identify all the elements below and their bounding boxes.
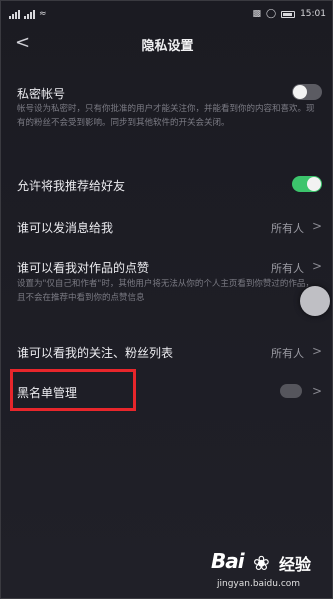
floating-assistive-button[interactable] xyxy=(300,286,330,316)
battery-icon xyxy=(281,10,296,18)
who-can-message-row[interactable]: 谁可以发消息给我 所有人 > xyxy=(1,214,332,238)
status-left: ≈ xyxy=(9,9,47,19)
phone-screen: ≈ ▩ ◯ 15:01 < 隐私设置 私密帐号 帐号设为私密时，只有你批准的用户… xyxy=(0,0,333,599)
watermark-logo-suffix: 经验 xyxy=(279,555,312,574)
signal-icon xyxy=(9,9,20,19)
who-can-see-likes-row[interactable]: 谁可以看我对作品的点赞 所有人 > 设置为"仅自己和作者"时，其他用户将无法从你… xyxy=(1,255,332,315)
back-button[interactable]: < xyxy=(15,32,30,53)
who-can-see-likes-description: 设置为"仅自己和作者"时，其他用户将无法从你的个人主页看到你赞过的作品，且不会在… xyxy=(17,279,314,303)
who-can-message-label: 谁可以发消息给我 xyxy=(17,221,114,235)
blacklist-indicator xyxy=(280,384,302,398)
highlight-box xyxy=(10,369,136,411)
wifi-icon: ≈ xyxy=(39,9,47,19)
chevron-right-icon: > xyxy=(311,344,322,358)
chevron-right-icon: > xyxy=(311,259,322,273)
status-time: 15:01 xyxy=(300,9,326,19)
toggle-knob xyxy=(293,85,307,99)
alarm-icon: ◯ xyxy=(265,9,277,19)
who-can-see-follows-label: 谁可以看我的关注、粉丝列表 xyxy=(17,346,174,360)
who-can-see-likes-value: 所有人 xyxy=(271,262,304,275)
paw-icon: ❀ xyxy=(253,551,270,575)
signal-icon xyxy=(24,9,35,19)
recommend-to-friends-label: 允许将我推荐给好友 xyxy=(17,179,126,193)
page-title: 隐私设置 xyxy=(141,38,194,54)
private-account-description: 帐号设为私密时，只有你批准的用户才能关注你，并能看到你的内容和喜欢。现有的粉丝不… xyxy=(17,104,315,128)
nav-bar: < 隐私设置 xyxy=(1,29,332,59)
watermark-url: jingyan.baidu.com xyxy=(217,579,301,589)
recommend-to-friends-toggle[interactable] xyxy=(292,176,322,192)
status-right: ▩ ◯ 15:01 xyxy=(252,9,326,19)
toggle-knob xyxy=(307,177,321,191)
chevron-right-icon: > xyxy=(311,219,322,233)
status-bar: ≈ ▩ ◯ 15:01 xyxy=(1,1,332,27)
who-can-see-follows-row[interactable]: 谁可以看我的关注、粉丝列表 所有人 > xyxy=(1,339,332,363)
private-account-row[interactable]: 私密帐号 帐号设为私密时，只有你批准的用户才能关注你，并能看到你的内容和喜欢。现… xyxy=(1,81,332,151)
who-can-see-follows-value: 所有人 xyxy=(271,347,304,360)
watermark-logo: Bai xyxy=(211,549,245,573)
private-account-toggle[interactable] xyxy=(292,84,322,100)
vibrate-icon: ▩ xyxy=(252,9,261,19)
chevron-right-icon: > xyxy=(311,384,322,398)
recommend-to-friends-row[interactable]: 允许将我推荐给好友 xyxy=(1,173,332,195)
private-account-label: 私密帐号 xyxy=(17,87,66,101)
who-can-message-value: 所有人 xyxy=(271,222,304,235)
who-can-see-likes-label: 谁可以看我对作品的点赞 xyxy=(17,261,150,275)
watermark: Bai ❀ 经验 jingyan.baidu.com xyxy=(191,549,331,597)
